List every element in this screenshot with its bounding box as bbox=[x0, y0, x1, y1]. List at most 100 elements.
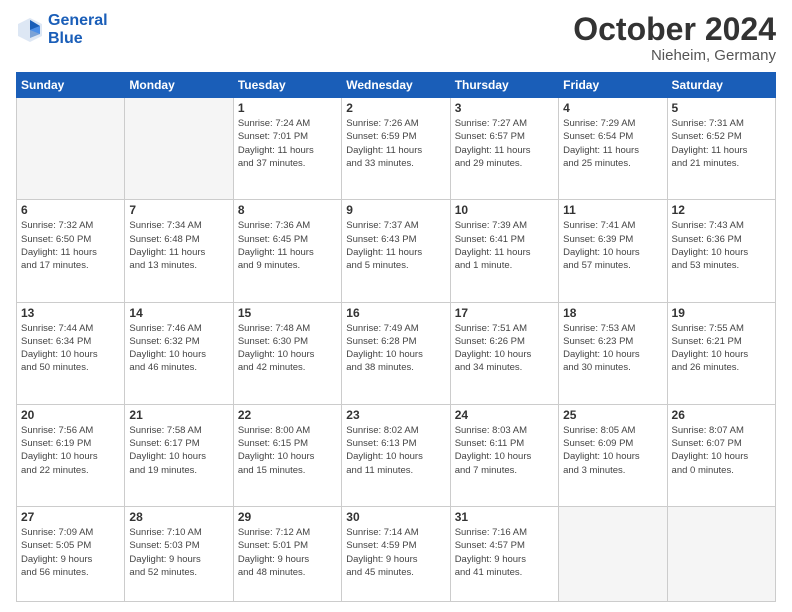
day-info: Sunrise: 7:26 AM Sunset: 6:59 PM Dayligh… bbox=[346, 117, 445, 170]
day-number: 21 bbox=[129, 408, 228, 422]
calendar-week-3: 20 Sunrise: 7:56 AM Sunset: 6:19 PM Dayli… bbox=[17, 404, 776, 506]
calendar-cell: 22 Sunrise: 8:00 AM Sunset: 6:15 PM Dayli… bbox=[233, 404, 341, 506]
month-title: October 2024 bbox=[573, 12, 776, 47]
calendar-cell: 7 Sunrise: 7:34 AM Sunset: 6:48 PM Daylig… bbox=[125, 200, 233, 302]
day-number: 13 bbox=[21, 306, 120, 320]
day-info: Sunrise: 7:31 AM Sunset: 6:52 PM Dayligh… bbox=[672, 117, 771, 170]
logo-icon bbox=[16, 16, 44, 44]
calendar-week-1: 6 Sunrise: 7:32 AM Sunset: 6:50 PM Daylig… bbox=[17, 200, 776, 302]
day-info: Sunrise: 7:48 AM Sunset: 6:30 PM Dayligh… bbox=[238, 322, 337, 375]
calendar-cell bbox=[125, 98, 233, 200]
day-number: 31 bbox=[455, 510, 554, 524]
day-number: 16 bbox=[346, 306, 445, 320]
title-block: October 2024 Nieheim, Germany bbox=[573, 12, 776, 64]
day-info: Sunrise: 7:16 AM Sunset: 4:57 PM Dayligh… bbox=[455, 526, 554, 579]
day-number: 2 bbox=[346, 101, 445, 115]
calendar-cell: 18 Sunrise: 7:53 AM Sunset: 6:23 PM Dayli… bbox=[559, 302, 667, 404]
day-number: 15 bbox=[238, 306, 337, 320]
calendar-cell: 12 Sunrise: 7:43 AM Sunset: 6:36 PM Dayli… bbox=[667, 200, 775, 302]
day-info: Sunrise: 7:58 AM Sunset: 6:17 PM Dayligh… bbox=[129, 424, 228, 477]
day-number: 30 bbox=[346, 510, 445, 524]
day-info: Sunrise: 7:37 AM Sunset: 6:43 PM Dayligh… bbox=[346, 219, 445, 272]
calendar-cell: 5 Sunrise: 7:31 AM Sunset: 6:52 PM Daylig… bbox=[667, 98, 775, 200]
day-info: Sunrise: 8:00 AM Sunset: 6:15 PM Dayligh… bbox=[238, 424, 337, 477]
day-number: 6 bbox=[21, 203, 120, 217]
day-info: Sunrise: 7:10 AM Sunset: 5:03 PM Dayligh… bbox=[129, 526, 228, 579]
logo-text: General Blue bbox=[48, 12, 108, 47]
calendar-cell: 30 Sunrise: 7:14 AM Sunset: 4:59 PM Dayli… bbox=[342, 507, 450, 602]
calendar-table: Sunday Monday Tuesday Wednesday Thursday… bbox=[16, 72, 776, 602]
calendar-cell bbox=[17, 98, 125, 200]
day-info: Sunrise: 7:29 AM Sunset: 6:54 PM Dayligh… bbox=[563, 117, 662, 170]
calendar-cell: 13 Sunrise: 7:44 AM Sunset: 6:34 PM Dayli… bbox=[17, 302, 125, 404]
calendar-header-row: Sunday Monday Tuesday Wednesday Thursday… bbox=[17, 73, 776, 98]
calendar-cell: 25Sunrise: 8:05 AM Sunset: 6:09 PM Dayli… bbox=[559, 404, 667, 506]
day-info: Sunrise: 7:53 AM Sunset: 6:23 PM Dayligh… bbox=[563, 322, 662, 375]
calendar-cell: 17 Sunrise: 7:51 AM Sunset: 6:26 PM Dayli… bbox=[450, 302, 558, 404]
day-number: 1 bbox=[238, 101, 337, 115]
day-info: Sunrise: 7:14 AM Sunset: 4:59 PM Dayligh… bbox=[346, 526, 445, 579]
day-info: Sunrise: 7:12 AM Sunset: 5:01 PM Dayligh… bbox=[238, 526, 337, 579]
day-number: 17 bbox=[455, 306, 554, 320]
calendar-cell: 16Sunrise: 7:49 AM Sunset: 6:28 PM Dayli… bbox=[342, 302, 450, 404]
calendar-cell: 19 Sunrise: 7:55 AM Sunset: 6:21 PM Dayli… bbox=[667, 302, 775, 404]
calendar-cell: 1 Sunrise: 7:24 AM Sunset: 7:01 PM Daylig… bbox=[233, 98, 341, 200]
day-number: 29 bbox=[238, 510, 337, 524]
calendar-cell: 20 Sunrise: 7:56 AM Sunset: 6:19 PM Dayli… bbox=[17, 404, 125, 506]
day-info: Sunrise: 7:36 AM Sunset: 6:45 PM Dayligh… bbox=[238, 219, 337, 272]
day-number: 28 bbox=[129, 510, 228, 524]
header-monday: Monday bbox=[125, 73, 233, 98]
calendar-cell: 9 Sunrise: 7:37 AM Sunset: 6:43 PM Daylig… bbox=[342, 200, 450, 302]
day-number: 5 bbox=[672, 101, 771, 115]
day-info: Sunrise: 7:56 AM Sunset: 6:19 PM Dayligh… bbox=[21, 424, 120, 477]
calendar-cell: 21 Sunrise: 7:58 AM Sunset: 6:17 PM Dayli… bbox=[125, 404, 233, 506]
day-info: Sunrise: 7:27 AM Sunset: 6:57 PM Dayligh… bbox=[455, 117, 554, 170]
day-number: 27 bbox=[21, 510, 120, 524]
day-info: Sunrise: 7:32 AM Sunset: 6:50 PM Dayligh… bbox=[21, 219, 120, 272]
day-info: Sunrise: 7:55 AM Sunset: 6:21 PM Dayligh… bbox=[672, 322, 771, 375]
header-sunday: Sunday bbox=[17, 73, 125, 98]
header-wednesday: Wednesday bbox=[342, 73, 450, 98]
day-number: 20 bbox=[21, 408, 120, 422]
day-number: 23 bbox=[346, 408, 445, 422]
calendar-cell bbox=[667, 507, 775, 602]
day-info: Sunrise: 7:39 AM Sunset: 6:41 PM Dayligh… bbox=[455, 219, 554, 272]
calendar-cell: 24Sunrise: 8:03 AM Sunset: 6:11 PM Dayli… bbox=[450, 404, 558, 506]
day-info: Sunrise: 7:24 AM Sunset: 7:01 PM Dayligh… bbox=[238, 117, 337, 170]
calendar-week-0: 1 Sunrise: 7:24 AM Sunset: 7:01 PM Daylig… bbox=[17, 98, 776, 200]
calendar-cell: 15 Sunrise: 7:48 AM Sunset: 6:30 PM Dayli… bbox=[233, 302, 341, 404]
day-number: 26 bbox=[672, 408, 771, 422]
day-info: Sunrise: 7:51 AM Sunset: 6:26 PM Dayligh… bbox=[455, 322, 554, 375]
day-number: 9 bbox=[346, 203, 445, 217]
day-number: 4 bbox=[563, 101, 662, 115]
calendar-cell: 6 Sunrise: 7:32 AM Sunset: 6:50 PM Daylig… bbox=[17, 200, 125, 302]
day-number: 12 bbox=[672, 203, 771, 217]
location: Nieheim, Germany bbox=[573, 47, 776, 64]
calendar-cell: 8Sunrise: 7:36 AM Sunset: 6:45 PM Daylig… bbox=[233, 200, 341, 302]
day-number: 14 bbox=[129, 306, 228, 320]
calendar-cell: 27Sunrise: 7:09 AM Sunset: 5:05 PM Dayli… bbox=[17, 507, 125, 602]
calendar-cell: 2 Sunrise: 7:26 AM Sunset: 6:59 PM Daylig… bbox=[342, 98, 450, 200]
header-friday: Friday bbox=[559, 73, 667, 98]
header-tuesday: Tuesday bbox=[233, 73, 341, 98]
header-thursday: Thursday bbox=[450, 73, 558, 98]
day-info: Sunrise: 7:44 AM Sunset: 6:34 PM Dayligh… bbox=[21, 322, 120, 375]
day-number: 7 bbox=[129, 203, 228, 217]
logo: General Blue bbox=[16, 12, 108, 47]
calendar-cell bbox=[559, 507, 667, 602]
calendar-week-4: 27Sunrise: 7:09 AM Sunset: 5:05 PM Dayli… bbox=[17, 507, 776, 602]
calendar-cell: 3Sunrise: 7:27 AM Sunset: 6:57 PM Daylig… bbox=[450, 98, 558, 200]
page: General Blue October 2024 Nieheim, Germa… bbox=[0, 0, 792, 612]
day-info: Sunrise: 7:34 AM Sunset: 6:48 PM Dayligh… bbox=[129, 219, 228, 272]
day-number: 19 bbox=[672, 306, 771, 320]
day-number: 10 bbox=[455, 203, 554, 217]
day-number: 22 bbox=[238, 408, 337, 422]
calendar-cell: 26Sunrise: 8:07 AM Sunset: 6:07 PM Dayli… bbox=[667, 404, 775, 506]
day-info: Sunrise: 7:43 AM Sunset: 6:36 PM Dayligh… bbox=[672, 219, 771, 272]
day-info: Sunrise: 7:46 AM Sunset: 6:32 PM Dayligh… bbox=[129, 322, 228, 375]
day-number: 11 bbox=[563, 203, 662, 217]
day-info: Sunrise: 8:02 AM Sunset: 6:13 PM Dayligh… bbox=[346, 424, 445, 477]
day-info: Sunrise: 7:41 AM Sunset: 6:39 PM Dayligh… bbox=[563, 219, 662, 272]
calendar-cell: 4 Sunrise: 7:29 AM Sunset: 6:54 PM Daylig… bbox=[559, 98, 667, 200]
day-number: 18 bbox=[563, 306, 662, 320]
